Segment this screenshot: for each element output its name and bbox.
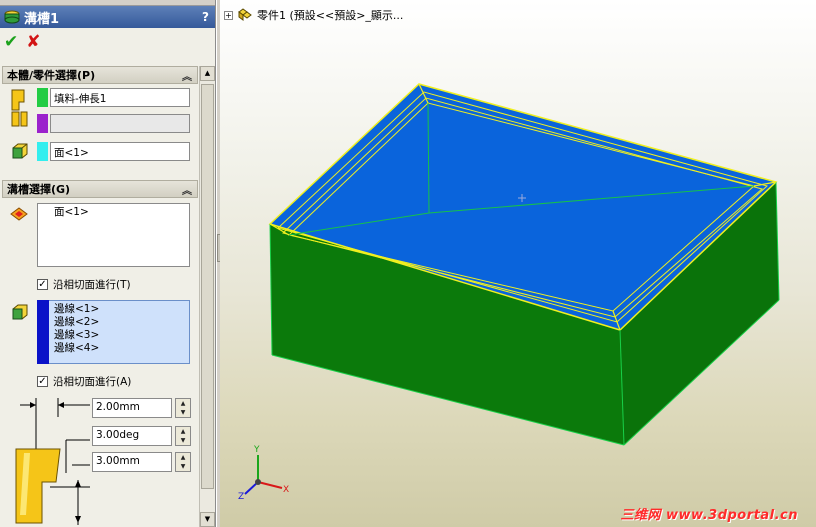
part-model[interactable]: Y X Z (220, 0, 816, 527)
body-selection-icon (11, 89, 28, 127)
body-selection-field[interactable]: 填料-伸長1 (50, 88, 190, 107)
x-icon[interactable]: ✘ (26, 32, 40, 52)
scroll-up-icon[interactable]: ▲ (200, 66, 215, 81)
feature-tree-flyout[interactable]: + 零件1 (預設<<預設>_顯示... (224, 7, 403, 23)
groove-dimension-diagram (15, 398, 90, 525)
part-color-swatch (37, 114, 48, 133)
groove-width-input[interactable]: 2.00mm (92, 398, 172, 418)
groove-feature-icon (4, 10, 20, 24)
groove-selection-header[interactable]: 溝槽選擇(G) ︽ (2, 180, 198, 198)
collapse-chevron-icon[interactable]: ︽ (182, 182, 192, 197)
collapse-chevron-icon[interactable]: ︽ (182, 68, 192, 83)
list-item[interactable]: 面<1> (54, 206, 186, 219)
list-item[interactable]: 邊線<2> (54, 316, 186, 329)
body-color-swatch (37, 88, 48, 107)
property-manager-scrollbar[interactable]: ▲ ▼ (199, 66, 215, 527)
property-manager: 溝槽1 ? ✔ ✘ 本體/零件選擇(P) ︽ 填料-伸長1 面<1> 溝槽選擇(… (0, 0, 216, 527)
groove-depth-spinner[interactable]: ▲ ▼ (175, 452, 191, 472)
expand-plus-icon[interactable]: + (224, 10, 233, 20)
checkbox-check-icon[interactable]: ✓ (37, 279, 48, 290)
scroll-down-icon[interactable]: ▼ (200, 512, 215, 527)
face-icon (12, 143, 28, 159)
axis-triad: Y X Z (238, 445, 289, 502)
part-icon (238, 8, 252, 21)
check-icon[interactable]: ✔ (4, 32, 18, 52)
groove-depth-input[interactable]: 3.00mm (92, 452, 172, 472)
groove-width-spinner[interactable]: ▲ ▼ (175, 398, 191, 418)
triad-x-label: X (283, 485, 289, 495)
groove-angle-spinner[interactable]: ▲ ▼ (175, 426, 191, 446)
list-item[interactable]: 邊線<1> (54, 303, 186, 316)
edge-list-swatch (37, 300, 49, 364)
groove-face-list[interactable]: 面<1> (37, 203, 190, 267)
scroll-thumb[interactable] (201, 84, 214, 489)
site-watermark: 三维网 www.3dportal.cn (620, 508, 798, 523)
graphics-viewport[interactable]: Y X Z + 零件1 (預設<<預設>_顯示... 三维网 www.3dpor… (220, 0, 816, 527)
part-tree-label[interactable]: 零件1 (預設<<預設>_顯示... (257, 7, 403, 23)
tangent-propagate-checkbox-1[interactable]: ✓ 沿相切面進行(T) (37, 277, 131, 292)
edge-icon (12, 304, 28, 320)
checkbox-check-icon[interactable]: ✓ (37, 376, 48, 387)
face-color-swatch (37, 142, 48, 161)
triad-z-label: Z (238, 492, 244, 502)
triad-y-label: Y (253, 445, 260, 455)
tangent-propagate-checkbox-2[interactable]: ✓ 沿相切面進行(A) (37, 374, 131, 389)
feature-title-bar: 溝槽1 ? (0, 6, 215, 28)
ok-cancel-row: ✔ ✘ (0, 28, 215, 56)
list-item[interactable]: 邊線<4> (54, 342, 186, 355)
part-selection-field[interactable] (50, 114, 190, 133)
groove-face-icon (10, 207, 28, 221)
edge-list[interactable]: 邊線<1> 邊線<2> 邊線<3> 邊線<4> (37, 300, 190, 364)
body-selection-header[interactable]: 本體/零件選擇(P) ︽ (2, 66, 198, 84)
list-item[interactable]: 邊線<3> (54, 329, 186, 342)
groove-angle-input[interactable]: 3.00deg (92, 426, 172, 446)
feature-title: 溝槽1 (24, 11, 60, 27)
help-button[interactable]: ? (202, 10, 209, 24)
face-selection-field[interactable]: 面<1> (50, 142, 190, 161)
